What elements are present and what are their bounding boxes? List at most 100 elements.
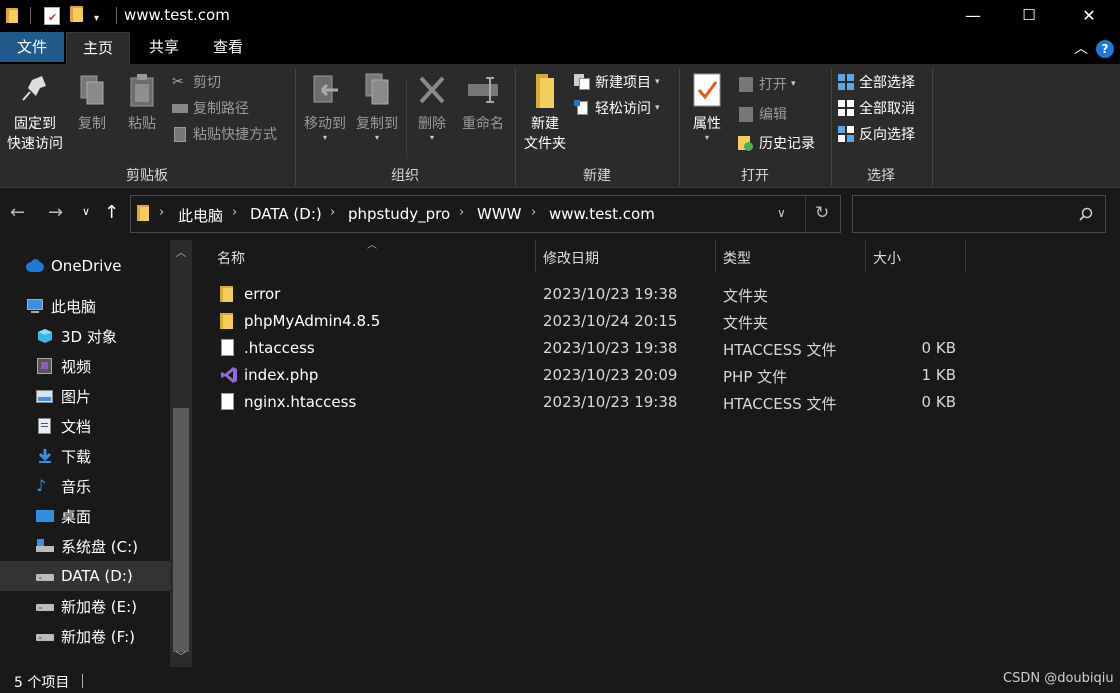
move-to-label: 移动到 [304,116,346,132]
move-to-button[interactable]: 移动到 ▾ [300,70,350,142]
breadcrumb-phpstudy[interactable]: phpstudy_pro [348,205,450,223]
new-item-button[interactable]: 新建项目 ▾ [574,71,660,93]
search-input[interactable] [852,195,1106,233]
file-size: 1 KB [921,366,956,384]
column-header-type[interactable]: 类型 [723,248,751,268]
rename-button[interactable]: 重命名 [456,70,510,134]
column-divider[interactable] [715,240,716,272]
forward-arrow-icon[interactable]: → [48,202,63,223]
column-divider[interactable] [865,240,866,272]
nav-item-drive-e[interactable]: 新加卷 (E:) [0,591,170,621]
nav-item-desktop[interactable]: 桌面 [0,501,170,531]
tab-home[interactable]: 主页 [66,32,130,64]
nav-item-label: OneDrive [51,257,122,275]
new-item-label: 新建项目 [595,75,651,91]
history-button[interactable]: 历史记录 [738,132,815,154]
nav-item-data-drive[interactable]: DATA (D:) [0,561,170,591]
column-divider[interactable] [965,240,966,272]
copy-path-button[interactable]: 复制路径 [172,97,249,119]
column-header-size[interactable]: 大小 [873,248,901,268]
paste-shortcut-label: 粘贴快捷方式 [193,127,277,143]
nav-item-onedrive[interactable]: OneDrive [0,251,170,281]
breadcrumb-separator-icon[interactable]: › [459,205,464,220]
breadcrumb-www[interactable]: WWW [477,205,522,223]
table-row[interactable]: error 2023/10/23 19:38 文件夹 [212,281,972,308]
scrollbar-thumb[interactable] [173,408,189,652]
table-row[interactable]: .htaccess 2023/10/23 19:38 HTACCESS 文件 0… [212,335,972,362]
tab-view[interactable]: 查看 [196,32,260,62]
customize-quick-access-icon[interactable]: ▾ [94,8,99,28]
recent-locations-chevron-icon[interactable]: ∨ [82,205,90,218]
breadcrumb-this-pc[interactable]: 此电脑 [178,205,223,226]
collapse-ribbon-icon[interactable]: ︿ [1074,38,1088,58]
copy-path-label: 复制路径 [193,101,249,117]
paste-shortcut-button[interactable]: 粘贴快捷方式 [172,123,277,145]
breadcrumb-separator-icon[interactable]: › [531,205,536,220]
title-bar: ✔ ▾ www.test.com — ☐ ✕ [0,0,1120,32]
open-group-label: 打开 [741,168,769,184]
column-divider[interactable] [535,240,536,272]
address-bar[interactable]: › 此电脑 › DATA (D:) › phpstudy_pro › WWW ›… [130,195,841,233]
drive-icon [36,628,54,644]
drive-icon [36,568,54,584]
properties-quick-icon[interactable]: ✔ [44,6,60,26]
open-button[interactable]: 打开 ▾ [738,73,796,95]
properties-button[interactable]: 属性 ▾ [684,70,730,142]
refresh-icon[interactable]: ↻ [815,203,829,223]
nav-item-downloads[interactable]: 下载 [0,441,170,471]
invert-selection-button[interactable]: 反向选择 [838,123,915,145]
nav-item-3d-objects[interactable]: 3D 对象 [0,321,170,351]
select-none-button[interactable]: 全部取消 [838,97,915,119]
new-folder-button[interactable]: 新建 文件夹 [520,70,570,154]
nav-item-system-drive[interactable]: 系统盘 (C:) [0,531,170,561]
paste-label: 粘贴 [128,116,156,132]
nav-item-music[interactable]: ♪ 音乐 [0,471,170,501]
table-row[interactable]: nginx.htaccess 2023/10/23 19:38 HTACCESS… [212,389,972,416]
tab-share[interactable]: 共享 [132,32,196,62]
copy-button[interactable]: 复制 [72,70,112,134]
nav-item-videos[interactable]: 视频 [0,351,170,381]
help-icon[interactable]: ? [1096,40,1114,58]
easy-access-button[interactable]: 轻松访问 ▾ [574,97,660,119]
status-divider [82,674,83,688]
table-row[interactable]: index.php 2023/10/23 20:09 PHP 文件 1 KB [212,362,972,389]
scroll-up-icon[interactable]: ︿ [170,244,192,260]
nav-item-documents[interactable]: 文档 [0,411,170,441]
navigation-row: ← → ∨ ↑ › 此电脑 › DATA (D:) › phpstudy_pro… [0,188,1120,240]
close-button[interactable]: ✕ [1060,0,1118,30]
nav-item-drive-f[interactable]: 新加卷 (F:) [0,621,170,651]
breadcrumb-data-drive[interactable]: DATA (D:) [250,205,322,223]
nav-item-label: 音乐 [61,477,92,496]
breadcrumb-separator-icon[interactable]: › [330,205,335,220]
copy-to-button[interactable]: 复制到 ▾ [352,70,402,142]
group-divider [932,68,933,186]
breadcrumb-separator-icon[interactable]: › [232,205,237,220]
properties-icon [690,70,724,110]
address-history-chevron-icon[interactable]: ∨ [777,206,786,220]
pin-to-quick-access-button[interactable]: 固定到 快速访问 [4,70,66,154]
maximize-button[interactable]: ☐ [1000,0,1058,30]
paste-button[interactable]: 粘贴 [122,70,162,134]
column-header-name[interactable]: 名称 [217,248,245,268]
table-row[interactable]: phpMyAdmin4.8.5 2023/10/24 20:15 文件夹 [212,308,972,335]
nav-item-this-pc[interactable]: 此电脑 [0,291,170,321]
file-name: nginx.htaccess [244,393,357,411]
breadcrumb-current-folder[interactable]: www.test.com [549,205,655,223]
breadcrumb-separator-icon[interactable]: › [159,205,164,220]
back-arrow-icon[interactable]: ← [10,202,25,223]
select-all-button[interactable]: 全部选择 [838,71,915,93]
nav-item-pictures[interactable]: 图片 [0,381,170,411]
up-arrow-icon[interactable]: ↑ [104,202,119,223]
scroll-down-icon[interactable]: ﹀ [170,648,192,664]
rename-label: 重命名 [462,116,504,132]
cut-button[interactable]: ✂ 剪切 [172,71,221,93]
navigation-scrollbar[interactable]: ︿ ﹀ [170,240,192,667]
navigation-pane: OneDrive 此电脑 3D 对象 视频 图片 文档 下载 ♪ 音乐 桌面 系… [0,240,192,667]
column-header-modified[interactable]: 修改日期 [543,248,599,268]
select-none-label: 全部取消 [859,101,915,117]
edit-button[interactable]: 编辑 [738,103,787,125]
delete-button[interactable]: 删除 ▾ [412,70,452,142]
folder-icon [220,285,236,303]
tab-file[interactable]: 文件 [0,32,64,62]
minimize-button[interactable]: — [944,0,1002,30]
